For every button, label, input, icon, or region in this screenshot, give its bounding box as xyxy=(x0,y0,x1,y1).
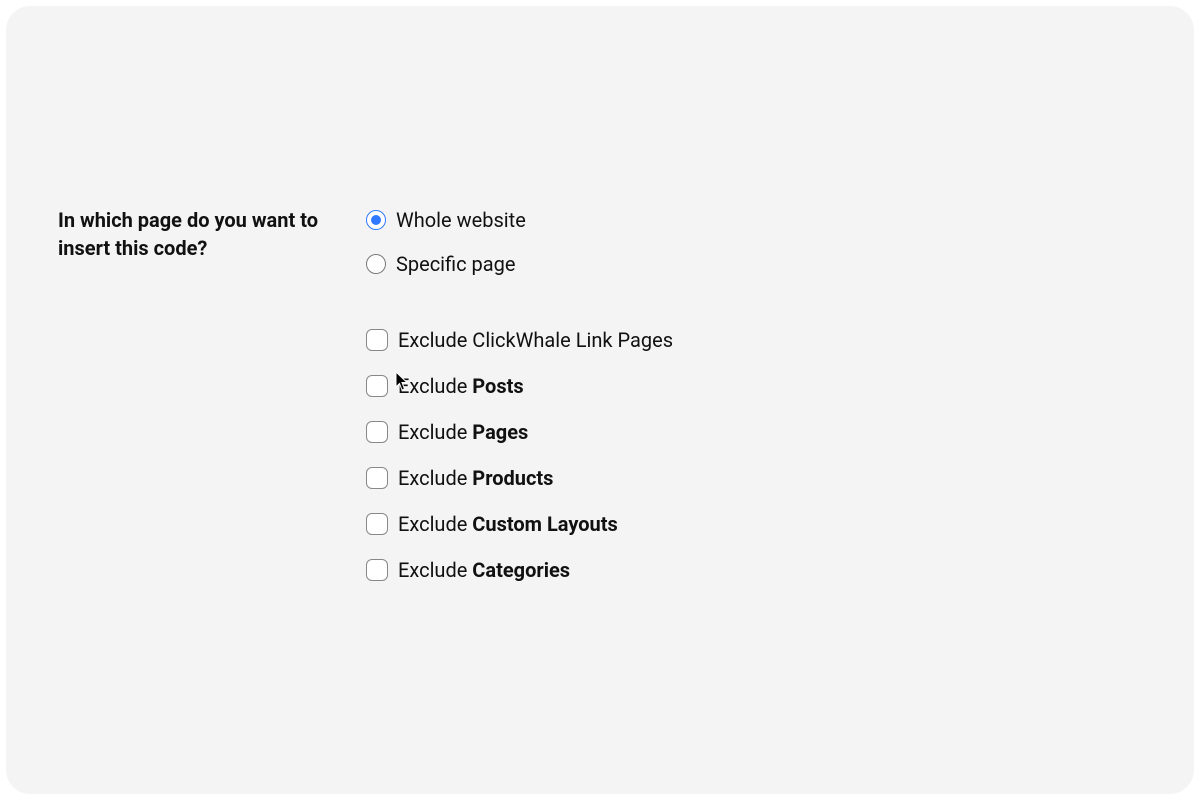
checkbox-exclude-clickwhale-link-pages[interactable]: Exclude ClickWhale Link Pages xyxy=(366,326,673,354)
radio-icon xyxy=(366,254,386,274)
checkbox-label: Exclude Posts xyxy=(398,374,524,398)
checkbox-label: Exclude Categories xyxy=(398,558,570,582)
question-label: In which page do you want to insert this… xyxy=(58,206,366,262)
checkbox-icon xyxy=(366,559,388,581)
radio-label: Whole website xyxy=(396,208,526,232)
checkbox-exclude-custom-layouts[interactable]: Exclude Custom Layouts xyxy=(366,510,673,538)
checkbox-exclude-products[interactable]: Exclude Products xyxy=(366,464,673,492)
checkbox-exclude-posts[interactable]: Exclude Posts xyxy=(366,372,673,400)
settings-panel: In which page do you want to insert this… xyxy=(6,6,1194,794)
radio-icon xyxy=(366,210,386,230)
checkbox-icon xyxy=(366,375,388,397)
checkbox-icon xyxy=(366,467,388,489)
checkbox-icon xyxy=(366,421,388,443)
page-scope-radio-group: Whole website Specific page xyxy=(366,206,673,278)
checkbox-exclude-categories[interactable]: Exclude Categories xyxy=(366,556,673,584)
radio-option-specific-page[interactable]: Specific page xyxy=(366,250,673,278)
checkbox-label: Exclude Custom Layouts xyxy=(398,512,618,536)
checkbox-icon xyxy=(366,513,388,535)
checkbox-label: Exclude Pages xyxy=(398,420,528,444)
exclude-list: Exclude ClickWhale Link Pages Exclude Po… xyxy=(366,326,673,584)
controls-column: Whole website Specific page Exclude Clic… xyxy=(366,206,673,602)
checkbox-exclude-pages[interactable]: Exclude Pages xyxy=(366,418,673,446)
radio-option-whole-website[interactable]: Whole website xyxy=(366,206,673,234)
checkbox-label: Exclude Products xyxy=(398,466,553,490)
checkbox-icon xyxy=(366,329,388,351)
radio-label: Specific page xyxy=(396,252,516,276)
checkbox-label: Exclude ClickWhale Link Pages xyxy=(398,328,673,352)
